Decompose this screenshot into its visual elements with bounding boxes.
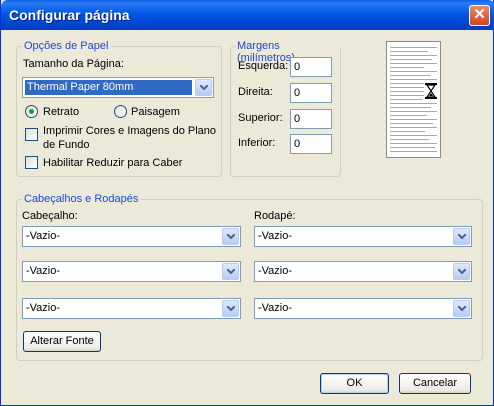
shrink-to-fit-checkbox[interactable]: [25, 156, 38, 169]
page-preview: [386, 41, 441, 158]
chevron-down-icon[interactable]: [222, 300, 239, 317]
bottom-margin-input[interactable]: 0: [290, 134, 332, 154]
bottom-margin-label: Inferior:: [238, 137, 276, 149]
footer-select-1[interactable]: -Vazio-: [254, 226, 472, 247]
change-font-button[interactable]: Alterar Fonte: [23, 331, 101, 352]
header-select-2[interactable]: -Vazio-: [22, 261, 241, 282]
footer-select-2[interactable]: -Vazio-: [254, 261, 472, 282]
header-select-1-value: -Vazio-: [26, 230, 61, 242]
top-margin-input[interactable]: 0: [290, 109, 332, 129]
chevron-down-icon[interactable]: [195, 79, 212, 96]
chevron-down-icon[interactable]: [453, 263, 470, 280]
top-margin-label: Superior:: [238, 112, 283, 124]
footer-select-1-value: -Vazio-: [258, 230, 293, 242]
landscape-radio[interactable]: [114, 105, 127, 118]
radio-selected-dot: [29, 109, 34, 114]
page-size-select[interactable]: Thermal Paper 80mm: [22, 77, 214, 98]
print-background-checkbox[interactable]: [25, 128, 38, 141]
header-label: Cabeçalho:: [22, 210, 78, 222]
left-margin-input[interactable]: 0: [290, 57, 332, 77]
chevron-down-icon[interactable]: [222, 228, 239, 245]
chevron-down-icon[interactable]: [222, 263, 239, 280]
print-background-label[interactable]: Imprimir Cores e Imagens do Plano: [43, 125, 216, 137]
cancel-button[interactable]: Cancelar: [399, 373, 471, 394]
right-margin-input[interactable]: 0: [290, 83, 332, 103]
ok-button[interactable]: OK: [320, 373, 389, 394]
shrink-to-fit-label[interactable]: Habilitar Reduzir para Caber: [43, 157, 182, 169]
close-button[interactable]: ✕: [469, 5, 490, 26]
title-bar: Configurar página ✕: [1, 0, 494, 30]
headers-footers-legend: Cabeçalhos e Rodapés: [22, 193, 141, 205]
portrait-label[interactable]: Retrato: [43, 106, 79, 118]
paper-options-legend: Opções de Papel: [22, 40, 111, 52]
header-select-2-value: -Vazio-: [26, 265, 61, 277]
chevron-down-icon[interactable]: [453, 300, 470, 317]
header-select-3-value: -Vazio-: [26, 302, 61, 314]
header-select-3[interactable]: -Vazio-: [22, 298, 241, 319]
page-size-value: Thermal Paper 80mm: [25, 80, 192, 95]
dialog-title: Configurar página: [9, 7, 130, 23]
page-size-label: Tamanho da Página:: [23, 58, 124, 70]
left-margin-label: Esquerda:: [238, 60, 289, 72]
right-margin-label: Direita:: [238, 86, 273, 98]
close-icon: ✕: [473, 6, 486, 23]
footer-select-3-value: -Vazio-: [258, 302, 293, 314]
footer-select-2-value: -Vazio-: [258, 265, 293, 277]
footer-select-3[interactable]: -Vazio-: [254, 298, 472, 319]
hourglass-icon: [424, 82, 438, 100]
print-background-label-line2[interactable]: de Fundo: [43, 139, 89, 151]
portrait-radio[interactable]: [25, 105, 38, 118]
chevron-down-icon[interactable]: [453, 228, 470, 245]
header-select-1[interactable]: -Vazio-: [22, 226, 241, 247]
page-setup-dialog: Configurar página ✕ Opções de Papel Tama…: [0, 0, 494, 406]
footer-label: Rodapé:: [254, 210, 296, 222]
landscape-label[interactable]: Paisagem: [131, 106, 180, 118]
